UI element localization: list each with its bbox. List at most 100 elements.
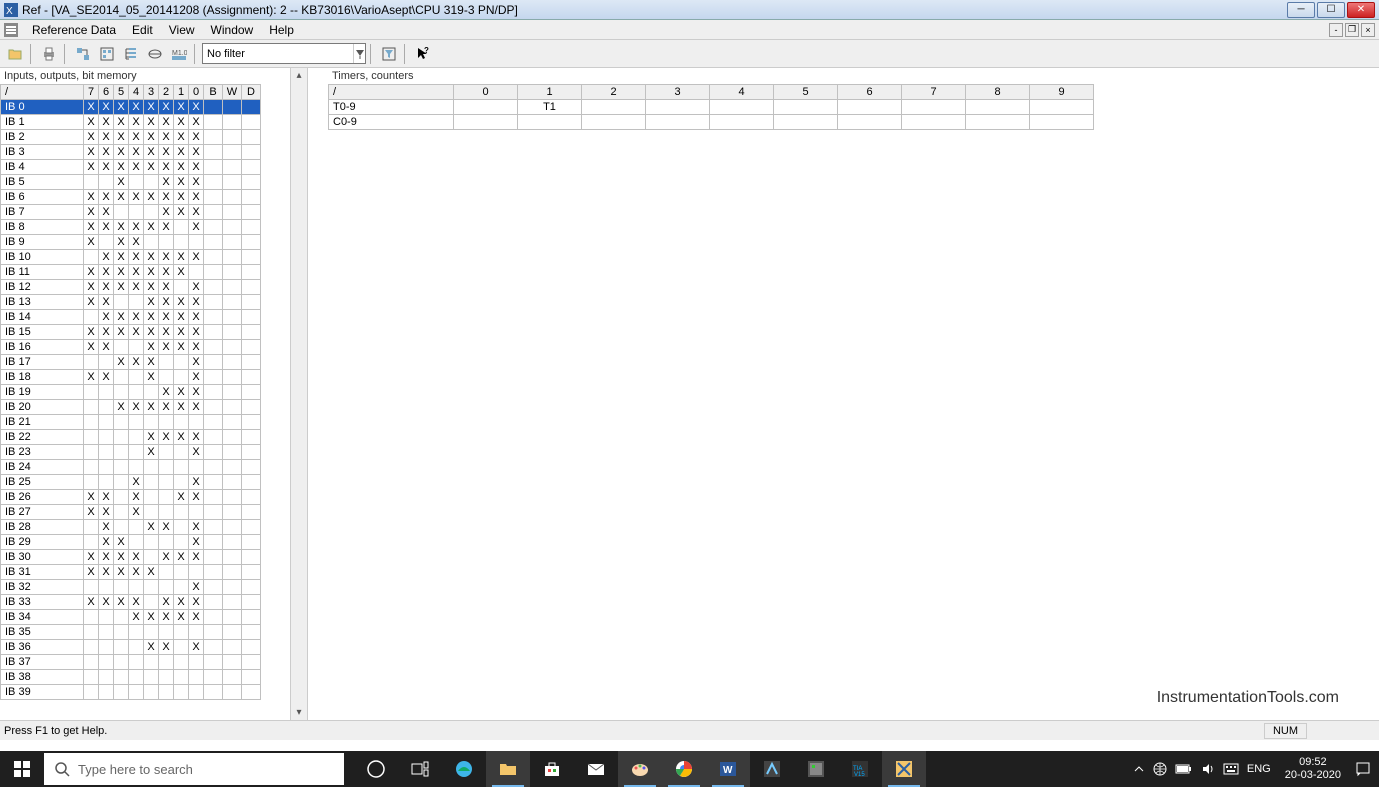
cortana-icon[interactable] (354, 751, 398, 787)
left-grid-scroll[interactable]: /76543210BWD IB 0XXXXXXXXIB 1XXXXXXXXIB … (0, 84, 290, 720)
table-row[interactable]: IB 26XXXXX (1, 490, 261, 505)
table-row[interactable]: C0-9 (329, 115, 1094, 130)
table-row[interactable]: IB 11XXXXXXX (1, 265, 261, 280)
menu-view[interactable]: View (161, 21, 203, 39)
col-2[interactable]: 2 (582, 85, 646, 100)
filter-toggle-button[interactable] (378, 43, 400, 65)
tray-chevron-icon[interactable] (1133, 763, 1145, 775)
col-D[interactable]: D (242, 85, 261, 100)
scroll-down-icon[interactable]: ▾ (296, 707, 301, 718)
table-row[interactable]: IB 17XXXX (1, 355, 261, 370)
table-row[interactable]: IB 37 (1, 655, 261, 670)
col-bit-3[interactable]: 3 (144, 85, 159, 100)
col-5[interactable]: 5 (774, 85, 838, 100)
tray-volume-icon[interactable] (1201, 762, 1215, 776)
tray-keyboard-icon[interactable] (1223, 763, 1239, 775)
table-row[interactable]: IB 16XXXXXX (1, 340, 261, 355)
plc-icon[interactable] (794, 751, 838, 787)
table-row[interactable]: IB 15XXXXXXXX (1, 325, 261, 340)
table-row[interactable]: IB 0XXXXXXXX (1, 100, 261, 115)
col-B[interactable]: B (204, 85, 223, 100)
col-bit-1[interactable]: 1 (174, 85, 189, 100)
tray-language[interactable]: ENG (1247, 763, 1271, 775)
table-row[interactable]: IB 20XXXXXX (1, 400, 261, 415)
taskview-icon[interactable] (398, 751, 442, 787)
table-row[interactable]: IB 21 (1, 415, 261, 430)
col-0[interactable]: 0 (454, 85, 518, 100)
filter-combobox[interactable] (202, 43, 366, 64)
help-pointer-button[interactable]: ? (412, 43, 434, 65)
table-row[interactable]: IB 28XXXX (1, 520, 261, 535)
menu-reference-data[interactable]: Reference Data (24, 21, 124, 39)
ref-app-icon[interactable] (882, 751, 926, 787)
filter-dropdown-icon[interactable] (353, 44, 366, 63)
scroll-up-icon[interactable]: ▴ (296, 70, 301, 81)
menu-edit[interactable]: Edit (124, 21, 161, 39)
col-bit-6[interactable]: 6 (99, 85, 114, 100)
table-row[interactable]: IB 5XXXX (1, 175, 261, 190)
table-row[interactable]: IB 27XXX (1, 505, 261, 520)
edge-icon[interactable] (442, 751, 486, 787)
col-3[interactable]: 3 (646, 85, 710, 100)
mdi-close-button[interactable]: × (1361, 23, 1375, 37)
tia-icon[interactable]: TIAV15 (838, 751, 882, 787)
col-bit-2[interactable]: 2 (159, 85, 174, 100)
col-address[interactable]: / (329, 85, 454, 100)
table-row[interactable]: IB 14XXXXXXX (1, 310, 261, 325)
maximize-button[interactable]: ☐ (1317, 2, 1345, 18)
print-button[interactable] (38, 43, 60, 65)
mdi-restore-button[interactable]: ❐ (1345, 23, 1359, 37)
table-row[interactable]: IB 1XXXXXXXX (1, 115, 261, 130)
tray-network-icon[interactable] (1153, 762, 1167, 776)
crossref-button[interactable] (72, 43, 94, 65)
open-button[interactable] (4, 43, 26, 65)
table-row[interactable]: IB 19XXX (1, 385, 261, 400)
table-row[interactable]: IB 13XXXXXX (1, 295, 261, 310)
table-row[interactable]: IB 31XXXXX (1, 565, 261, 580)
menu-window[interactable]: Window (203, 21, 262, 39)
col-bit-4[interactable]: 4 (129, 85, 144, 100)
start-button[interactable] (0, 751, 44, 787)
table-row[interactable]: T0-9T1 (329, 100, 1094, 115)
col-bit-5[interactable]: 5 (114, 85, 129, 100)
table-row[interactable]: IB 12XXXXXXX (1, 280, 261, 295)
table-row[interactable]: IB 39 (1, 685, 261, 700)
table-row[interactable]: IB 22XXXX (1, 430, 261, 445)
table-row[interactable]: IB 10XXXXXXX (1, 250, 261, 265)
table-row[interactable]: IB 25XX (1, 475, 261, 490)
tray-notifications-icon[interactable] (1355, 761, 1371, 777)
col-bit-0[interactable]: 0 (189, 85, 204, 100)
tray-battery-icon[interactable] (1175, 763, 1193, 775)
minimize-button[interactable]: ─ (1287, 2, 1315, 18)
simatic-icon[interactable] (750, 751, 794, 787)
col-7[interactable]: 7 (902, 85, 966, 100)
splitter-scroll-gutter[interactable]: ▴ ▾ (290, 68, 308, 720)
table-row[interactable]: IB 9XXX (1, 235, 261, 250)
mail-icon[interactable] (574, 751, 618, 787)
table-row[interactable]: IB 18XXXX (1, 370, 261, 385)
close-button[interactable]: ✕ (1347, 2, 1375, 18)
table-row[interactable]: IB 38 (1, 670, 261, 685)
table-row[interactable]: IB 24 (1, 460, 261, 475)
table-row[interactable]: IB 3XXXXXXXX (1, 145, 261, 160)
col-4[interactable]: 4 (710, 85, 774, 100)
filter-input[interactable] (203, 48, 353, 60)
mdi-minimize-button[interactable]: - (1329, 23, 1343, 37)
table-row[interactable]: IB 7XXXXX (1, 205, 261, 220)
col-8[interactable]: 8 (966, 85, 1030, 100)
taskbar-search[interactable]: Type here to search (44, 753, 344, 785)
col-9[interactable]: 9 (1030, 85, 1094, 100)
paint-icon[interactable] (618, 751, 662, 787)
table-row[interactable]: IB 8XXXXXXX (1, 220, 261, 235)
table-row[interactable]: IB 2XXXXXXXX (1, 130, 261, 145)
table-row[interactable]: IB 35 (1, 625, 261, 640)
col-address[interactable]: / (1, 85, 84, 100)
store-icon[interactable] (530, 751, 574, 787)
menu-help[interactable]: Help (261, 21, 302, 39)
unused-button[interactable] (144, 43, 166, 65)
table-row[interactable]: IB 23XX (1, 445, 261, 460)
assignment-button[interactable] (96, 43, 118, 65)
chrome-icon[interactable] (662, 751, 706, 787)
structure-button[interactable] (120, 43, 142, 65)
table-row[interactable]: IB 34XXXXX (1, 610, 261, 625)
